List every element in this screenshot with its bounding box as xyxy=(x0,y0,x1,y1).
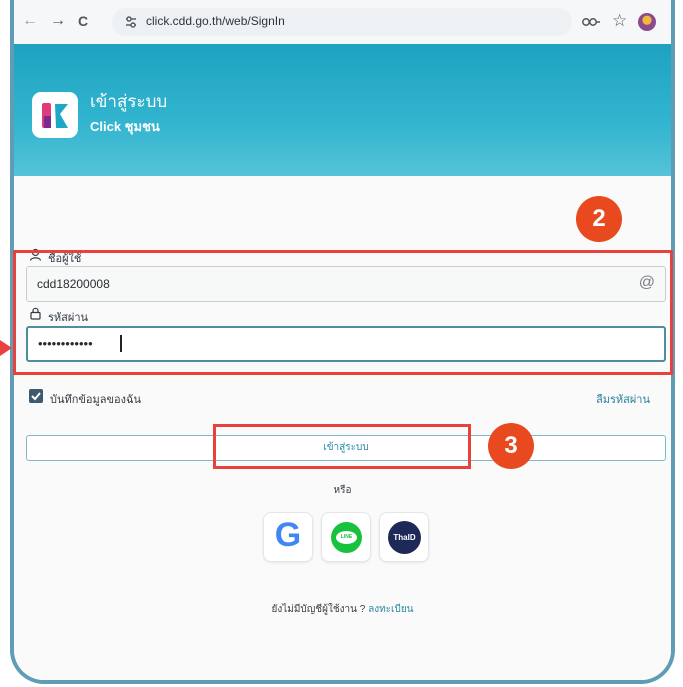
thaid-login-button[interactable]: ThaID xyxy=(379,512,429,562)
pointer-arrow-icon xyxy=(0,340,12,356)
credentials-highlight-box xyxy=(13,250,673,375)
site-settings-icon[interactable] xyxy=(124,15,138,29)
address-bar-url: click.cdd.go.th/web/SignIn xyxy=(146,14,285,28)
register-link[interactable]: ลงทะเบียน xyxy=(368,604,413,615)
password-key-icon[interactable] xyxy=(582,16,600,28)
line-icon: LINE xyxy=(331,522,362,553)
remember-me-checkbox[interactable] xyxy=(29,389,43,403)
page-title: เข้าสู่ระบบ xyxy=(90,92,168,111)
google-login-button[interactable]: G xyxy=(263,512,313,562)
register-prompt: ยังไม่มีบัญชีผู้ใช้งาน ? ลงทะเบียน xyxy=(14,602,671,617)
forward-arrow-icon[interactable]: → xyxy=(50,12,66,30)
or-label: หรือ xyxy=(333,485,352,496)
back-arrow-icon[interactable]: ← xyxy=(22,12,38,30)
forgot-password-link[interactable]: ลืมรหัสผ่าน xyxy=(596,390,650,408)
profile-avatar[interactable] xyxy=(638,13,656,31)
google-icon: G xyxy=(274,516,302,554)
no-account-text: ยังไม่มีบัญชีผู้ใช้งาน ? xyxy=(271,604,366,615)
step-2-badge: 2 xyxy=(576,196,622,242)
thaid-icon: ThaID xyxy=(388,521,421,554)
login-button-highlight-box xyxy=(213,424,471,469)
bookmark-star-icon[interactable]: ☆ xyxy=(612,11,627,31)
reload-icon[interactable]: C xyxy=(78,13,88,29)
step-3-badge: 3 xyxy=(488,423,534,469)
remember-me-label: บันทึกข้อมูลของฉัน xyxy=(50,394,142,406)
browser-toolbar: ← → C click.cdd.go.th/web/SignIn ☆ xyxy=(14,0,671,45)
login-header: เข้าสู่ระบบ Click ชุมชน xyxy=(14,44,671,176)
click-chumchon-logo xyxy=(32,92,78,138)
app-name: Click ชุมชน xyxy=(90,119,160,134)
line-login-button[interactable]: LINE xyxy=(321,512,371,562)
